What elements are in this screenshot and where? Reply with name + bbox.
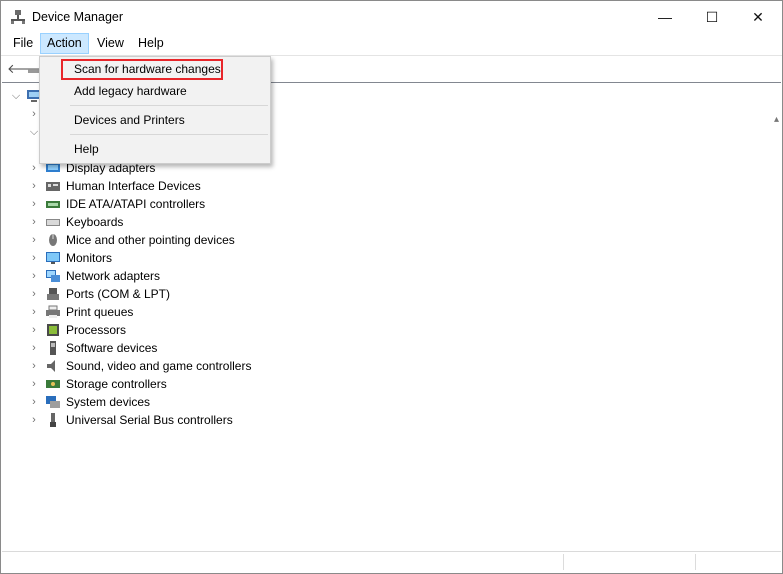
keyboard-icon [46,219,60,226]
menu-view[interactable]: View [91,33,130,54]
tree-category-label: Human Interface Devices [66,179,201,193]
tree-category-label: Keyboards [66,215,124,229]
chevron-right-icon[interactable]: › [28,321,40,339]
highlight-box [61,59,223,80]
menu-bar: File Action View Help [1,33,782,54]
chevron-right-icon[interactable]: › [28,177,40,195]
chevron-right-icon[interactable]: › [28,267,40,285]
menu-action[interactable]: Action [40,33,89,54]
tree-category-label: Processors [66,323,127,337]
tree-category-label: Monitors [66,251,113,265]
mouse-icon [49,234,57,246]
chevron-right-icon[interactable]: › [28,339,40,357]
device-manager-window: Device Manager — ☐ ✕ File Action View He… [0,0,783,574]
chevron-right-icon[interactable]: › [28,231,40,249]
tree-category-label: IDE ATA/ATAPI controllers [66,197,206,211]
maximize-button[interactable]: ☐ [689,1,735,33]
chevron-right-icon[interactable]: › [28,375,40,393]
title-bar: Device Manager — ☐ ✕ [1,1,782,33]
back-arrow-icon[interactable]: 🡐 [7,61,42,77]
chevron-right-icon[interactable]: › [28,303,40,321]
chevron-right-icon[interactable]: › [28,249,40,267]
tree-category-label: Mice and other pointing devices [66,233,235,247]
chevron-down-icon[interactable]: ⌵ [10,87,22,105]
close-button[interactable]: ✕ [735,1,781,33]
software-device-icon [50,341,56,355]
chevron-right-icon[interactable]: › [28,213,40,231]
usb-icon [50,413,56,427]
menu-separator [70,105,268,106]
menu-item-devices-and-printers[interactable]: Devices and Printers [40,109,270,131]
processor-icon [47,324,59,336]
tree-category-label: Print queues [66,305,134,319]
sound-icon [47,360,55,372]
action-dropdown-menu: Scan for hardware changes Add legacy har… [39,56,271,164]
device-manager-icon [11,10,25,24]
chevron-right-icon[interactable]: › [28,357,40,375]
menu-file[interactable]: File [7,33,39,54]
tree-category-label: Software devices [66,341,158,355]
chevron-right-icon[interactable]: › [28,411,40,429]
storage-controller-icon [46,380,60,388]
port-icon [47,288,59,300]
hid-icon [46,182,60,191]
menu-item-help[interactable]: Help [40,138,270,160]
monitor-icon [46,252,60,264]
tree-category-label: Universal Serial Bus controllers [66,413,233,427]
status-bar [2,551,781,572]
menu-separator [70,134,268,135]
ide-controller-icon [46,201,60,208]
tree-category-label: Storage controllers [66,377,167,391]
tree-category-label: Sound, video and game controllers [66,359,252,373]
printer-icon [46,305,60,318]
minimize-button[interactable]: — [642,1,688,33]
status-separator [695,554,696,570]
tree-category-label: Ports (COM & LPT) [66,287,171,301]
chevron-right-icon[interactable]: › [28,393,40,411]
window-title: Device Manager [32,10,124,24]
chevron-right-icon[interactable]: › [28,195,40,213]
network-adapter-icon [46,270,60,282]
tree-category-label: System devices [66,395,151,409]
menu-help[interactable]: Help [132,33,170,54]
chevron-right-icon[interactable]: › [28,285,40,303]
system-device-icon [46,396,60,408]
tree-category-label: Network adapters [66,269,161,283]
menu-item-add-legacy-hardware[interactable]: Add legacy hardware [40,80,270,102]
status-separator [563,554,564,570]
